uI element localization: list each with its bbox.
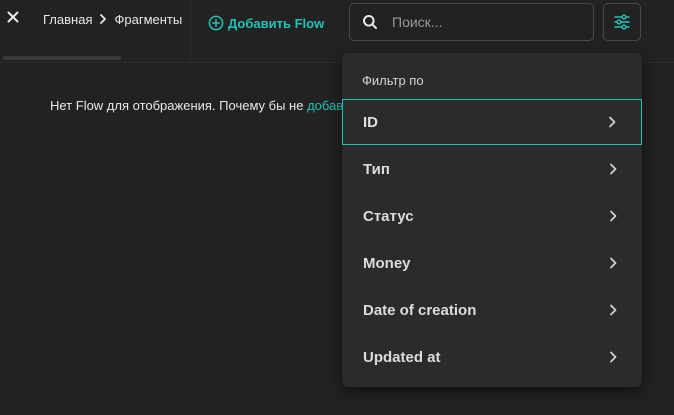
filter-option-label: Статус [363, 207, 414, 225]
filter-option-status[interactable]: Статус [342, 193, 642, 239]
filter-option-label: Тип [363, 160, 390, 178]
sliders-icon [614, 14, 630, 30]
chevron-right-icon [608, 350, 618, 364]
filter-button[interactable] [603, 3, 641, 41]
breadcrumb-fragments[interactable]: Фрагменты [114, 12, 182, 27]
search-box[interactable] [349, 3, 594, 41]
scrollbar-thumb[interactable] [3, 56, 121, 60]
filter-option-type[interactable]: Тип [342, 146, 642, 192]
empty-state-text: Нет Flow для отображения. Почему бы не [50, 98, 308, 113]
breadcrumb: Главная Фрагменты [43, 10, 190, 28]
filter-dropdown-title: Фильтр по [362, 73, 424, 88]
filter-option-date-of-creation[interactable]: Date of creation [342, 287, 642, 333]
filter-option-label: Updated at [363, 348, 441, 366]
filter-option-label: Money [363, 254, 411, 272]
chevron-right-icon [608, 209, 618, 223]
chevron-right-icon [607, 115, 617, 129]
chevron-right-icon [608, 162, 618, 176]
breadcrumb-home[interactable]: Главная [43, 12, 92, 27]
plus-circle-icon [208, 15, 224, 31]
search-input[interactable] [390, 14, 582, 30]
close-icon [7, 11, 19, 23]
filter-dropdown: Фильтр по ID Тип Статус Money Date of cr… [342, 53, 642, 387]
app-window: Главная Фрагменты Добавить Flow Поиск...… [0, 0, 674, 415]
add-flow-button[interactable]: Добавить Flow [208, 13, 324, 33]
search-icon [350, 14, 390, 30]
filter-option-label: Date of creation [363, 301, 477, 319]
filter-option-label: ID [363, 113, 378, 131]
chevron-right-icon [608, 303, 618, 317]
breadcrumb-scrollbar[interactable] [0, 55, 190, 61]
add-flow-label: Добавить Flow [228, 15, 325, 31]
filter-options-list: ID Тип Статус Money Date of creation Upd… [342, 99, 642, 381]
divider [190, 0, 191, 62]
close-button[interactable] [4, 8, 22, 26]
chevron-right-icon [608, 256, 618, 270]
chevron-right-icon [92, 14, 114, 24]
filter-option-id[interactable]: ID [342, 99, 642, 145]
filter-option-updated-at[interactable]: Updated at [342, 334, 642, 380]
empty-state-message: Нет Flow для отображения. Почему бы не д… [50, 98, 363, 113]
filter-option-money[interactable]: Money [342, 240, 642, 286]
